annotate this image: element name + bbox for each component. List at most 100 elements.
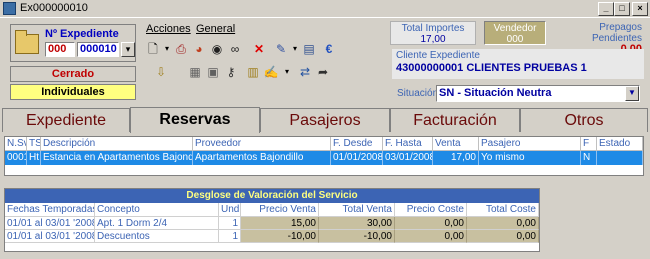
col-header[interactable]: Proveedor xyxy=(193,137,331,151)
desglose-col-header[interactable]: Und xyxy=(219,203,241,217)
euro-icon[interactable]: € xyxy=(320,40,338,58)
tab-pasajeros[interactable]: Pasajeros xyxy=(260,108,390,132)
col-header[interactable]: Venta xyxy=(433,137,479,151)
tab-otros-label: Otros xyxy=(564,112,604,129)
expediente-serie-field[interactable]: 000 xyxy=(45,42,75,57)
eye-icon[interactable]: ◉ xyxy=(208,40,226,58)
cliente-box[interactable]: Cliente Expediente 43000000001 CLIENTES … xyxy=(392,49,644,79)
cell-precio-venta: 15,00 xyxy=(241,217,319,230)
tab-facturacion-label: Facturación xyxy=(413,112,497,129)
prepagos-box: Prepagos Pendientes 0,00 xyxy=(553,21,644,55)
tipo-badge: Individuales xyxy=(10,84,136,100)
vendedor-value: 000 xyxy=(506,34,524,45)
cell-fechas: 01/01 al 03/01 '2008 xyxy=(5,217,95,230)
cell-estado xyxy=(597,151,643,165)
vendedor-box[interactable]: Vendedor 000 xyxy=(484,21,546,45)
cell-total-coste: 0,00 xyxy=(467,230,539,243)
cell-ts: Ht xyxy=(27,151,41,165)
cell-und: 1 xyxy=(219,217,241,230)
situacion-label: Situación xyxy=(397,88,439,99)
situacion-select[interactable]: SN - Situación Neutra ▼ xyxy=(436,85,640,102)
tab-reservas-label: Reservas xyxy=(159,111,231,128)
situacion-value: SN - Situación Neutra xyxy=(439,87,552,99)
col-header[interactable]: F xyxy=(581,137,597,151)
cell-fdesde: 01/01/2008 xyxy=(331,151,383,165)
expediente-label: Nº Expediente xyxy=(45,28,119,40)
col-header[interactable]: Estado xyxy=(597,137,643,151)
menu-general-label: General xyxy=(196,23,236,35)
cliente-label: Cliente Expediente xyxy=(396,50,480,61)
tab-bar: Expediente Reservas Pasajeros Facturació… xyxy=(2,107,648,133)
delete-icon[interactable]: ✕ xyxy=(250,40,268,58)
binoculars-icon[interactable]: ∞ xyxy=(226,40,244,58)
cell-precio-venta: -10,00 xyxy=(241,230,319,243)
cell-fhasta: 03/01/2008 xyxy=(383,151,433,165)
desglose-col-header[interactable]: Precio Coste xyxy=(395,203,467,217)
desglose-col-header[interactable]: Total Coste xyxy=(467,203,539,217)
database-icon[interactable]: ▤ xyxy=(300,40,318,58)
cell-concepto: Apt. 1 Dorm 2/4 xyxy=(95,217,219,230)
maximize-button[interactable]: □ xyxy=(614,2,630,16)
key-icon[interactable]: ⚷ xyxy=(222,63,240,81)
col-header[interactable]: Pasajero xyxy=(479,137,581,151)
desglose-col-header[interactable]: Fechas Temporadas xyxy=(5,203,95,217)
cell-total-venta: -10,00 xyxy=(319,230,395,243)
pie-chart-icon[interactable]: ◕ xyxy=(190,40,208,58)
folder-icon xyxy=(15,30,39,54)
cell-proveedor: Apartamentos Bajondillo xyxy=(193,151,331,165)
swap-icon[interactable]: ⇄ xyxy=(296,63,314,81)
cell-fechas: 01/01 al 03/01 '2008 xyxy=(5,230,95,243)
desglose-title: Desglose de Valoración del Servicio xyxy=(5,189,539,203)
minimize-button[interactable]: _ xyxy=(598,2,614,16)
col-header[interactable]: F. Desde xyxy=(331,137,383,151)
tab-reservas[interactable]: Reservas xyxy=(130,107,260,133)
col-header[interactable]: N.Sv xyxy=(5,137,27,151)
expediente-search-button[interactable]: ▾ xyxy=(121,42,135,57)
col-header[interactable]: Descripción xyxy=(41,137,193,151)
cliente-value: 43000000001 CLIENTES PRUEBAS 1 xyxy=(396,62,587,74)
stack-icon[interactable]: ▦ xyxy=(186,63,204,81)
reservas-grid[interactable]: N.Sv TS Descripción Proveedor F. Desde F… xyxy=(4,136,644,176)
menu-acciones-label: Acciones xyxy=(146,23,191,35)
desglose-col-header[interactable]: Concepto xyxy=(95,203,219,217)
tab-pasajeros-label: Pasajeros xyxy=(289,112,361,129)
expediente-box: Nº Expediente 000 000010 ▾ xyxy=(10,24,136,62)
cell-venta: 17,00 xyxy=(433,151,479,165)
prepagos-label: Prepagos Pendientes xyxy=(591,22,642,44)
window-title: Ex000000010 xyxy=(20,2,88,14)
estado-badge: Cerrado xyxy=(10,66,136,82)
menu-acciones[interactable]: Acciones xyxy=(146,23,191,35)
col-header[interactable]: F. Hasta xyxy=(383,137,433,151)
col-header[interactable]: TS xyxy=(27,137,41,151)
total-importes-value: 17,00 xyxy=(420,34,446,45)
cell-pasajero: Yo mismo xyxy=(479,151,581,165)
cell-concepto: Descuentos xyxy=(95,230,219,243)
cell-total-coste: 0,00 xyxy=(467,217,539,230)
tab-expediente-label: Expediente xyxy=(25,112,107,129)
calendar-icon[interactable]: ▥ xyxy=(244,63,262,81)
chevron-down-icon[interactable]: ▼ xyxy=(625,86,639,101)
pages-icon[interactable]: ▣ xyxy=(204,63,222,81)
cell-nsv: 0001 xyxy=(5,151,27,165)
close-button[interactable]: × xyxy=(632,2,648,16)
forward-icon[interactable]: ➦ xyxy=(314,63,332,81)
cell-precio-coste: 0,00 xyxy=(395,230,467,243)
cell-precio-coste: 0,00 xyxy=(395,217,467,230)
tab-expediente[interactable]: Expediente xyxy=(2,108,130,132)
tab-otros[interactable]: Otros xyxy=(520,108,648,132)
desglose-col-header[interactable]: Precio Venta xyxy=(241,203,319,217)
title-bar: Ex000000010 _ □ × xyxy=(0,0,650,18)
cell-descripcion: Estancia en Apartamentos Bajondillo xyxy=(41,151,193,165)
cell-und: 1 xyxy=(219,230,241,243)
menu-general[interactable]: General xyxy=(196,23,235,35)
cell-total-venta: 30,00 xyxy=(319,217,395,230)
expediente-number-field[interactable]: 000010 xyxy=(77,42,119,57)
total-importes-box: Total Importes 17,00 xyxy=(390,21,476,45)
export-icon[interactable]: ⇩ xyxy=(152,63,170,81)
desglose-col-header[interactable]: Total Venta xyxy=(319,203,395,217)
vendedor-label: Vendedor xyxy=(493,23,537,34)
edit-dropdown-icon[interactable]: ▾ xyxy=(278,63,296,81)
tab-facturacion[interactable]: Facturación xyxy=(390,108,520,132)
desglose-panel: Desglose de Valoración del Servicio Fech… xyxy=(4,188,540,252)
print-icon[interactable]: ⎙ xyxy=(172,40,190,58)
